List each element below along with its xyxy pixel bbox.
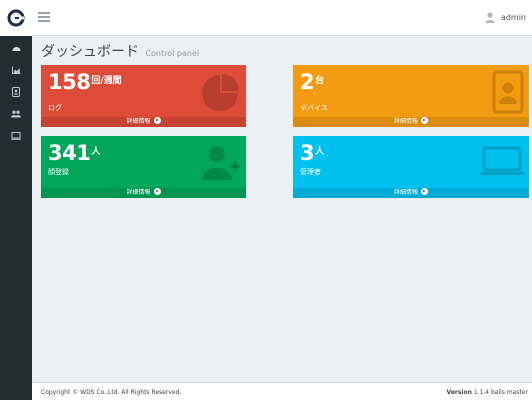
page-title: ダッシュボード Control panel bbox=[41, 41, 199, 61]
stat-label: 顔登録 bbox=[48, 168, 69, 176]
dashboard-icon bbox=[12, 47, 20, 51]
arrow-circle-right-icon bbox=[421, 117, 428, 124]
main-content: ダッシュボード Control panel 158回/週間 ログ 詳細情報 2台… bbox=[32, 36, 532, 382]
stat-value: 3人 bbox=[300, 141, 325, 165]
stat-box-log: 158回/週間 ログ 詳細情報 bbox=[41, 65, 246, 127]
footer: Copyright © WDS Co.,Ltd. All Rights Rese… bbox=[32, 382, 532, 400]
area-chart-icon bbox=[11, 66, 20, 74]
user-avatar-icon bbox=[485, 12, 495, 23]
top-navbar: admin bbox=[0, 0, 532, 36]
stat-value: 158回/週間 bbox=[48, 70, 122, 94]
more-info-link[interactable]: 詳細情報 bbox=[41, 188, 246, 198]
user-plus-icon bbox=[202, 146, 240, 180]
stat-box-face-registration: 341人 顔登録 詳細情報 bbox=[41, 136, 246, 198]
sidebar-item-admin[interactable] bbox=[0, 125, 32, 147]
sidebar-item-device[interactable] bbox=[0, 81, 32, 103]
copyright-text: Copyright © WDS Co.,Ltd. All Rights Rese… bbox=[41, 389, 182, 396]
tablet-icon bbox=[12, 87, 20, 97]
monitor-icon bbox=[11, 132, 21, 140]
sidebar-item-users[interactable] bbox=[0, 103, 32, 125]
arrow-circle-right-icon bbox=[153, 117, 161, 124]
stat-box-admins: 3人 管理者 詳細情報 bbox=[293, 136, 529, 198]
logo-icon bbox=[7, 9, 25, 27]
version-info: Version 1.1.4 balis master bbox=[447, 389, 528, 396]
version-value: 1.1.4 balis master bbox=[473, 389, 528, 396]
user-name: admin bbox=[500, 13, 526, 22]
stat-label: 管理者 bbox=[300, 168, 321, 176]
arrow-circle-right-icon bbox=[421, 188, 428, 195]
more-info-link[interactable]: 詳細情報 bbox=[293, 188, 529, 198]
more-info-link[interactable]: 詳細情報 bbox=[41, 117, 246, 127]
sidebar-item-dashboard[interactable] bbox=[0, 37, 32, 59]
sidebar-item-chart[interactable] bbox=[0, 59, 32, 81]
stat-box-devices: 2台 デバイス 詳細情報 bbox=[293, 65, 529, 127]
page-title-text: ダッシュボード bbox=[41, 44, 139, 60]
stat-value: 2台 bbox=[300, 70, 325, 94]
page-subtitle: Control panel bbox=[145, 49, 200, 58]
user-menu[interactable]: admin bbox=[485, 12, 526, 23]
id-badge-icon bbox=[492, 70, 524, 114]
sidebar bbox=[0, 36, 32, 400]
arrow-circle-right-icon bbox=[153, 188, 161, 195]
stat-label: デバイス bbox=[300, 104, 328, 112]
pie-chart-icon bbox=[202, 74, 239, 111]
stat-unit: 回/週間 bbox=[91, 76, 122, 86]
stat-value: 341人 bbox=[48, 141, 101, 165]
users-icon bbox=[11, 110, 21, 118]
stat-unit: 人 bbox=[91, 147, 101, 157]
stat-unit: 台 bbox=[315, 76, 325, 86]
stat-unit: 人 bbox=[315, 147, 325, 157]
version-label: Version bbox=[446, 389, 472, 396]
more-info-link[interactable]: 詳細情報 bbox=[293, 117, 529, 127]
laptop-icon bbox=[480, 146, 524, 175]
logo[interactable] bbox=[0, 0, 32, 36]
sidebar-toggle-icon[interactable] bbox=[38, 12, 50, 22]
stat-label: ログ bbox=[48, 104, 62, 112]
